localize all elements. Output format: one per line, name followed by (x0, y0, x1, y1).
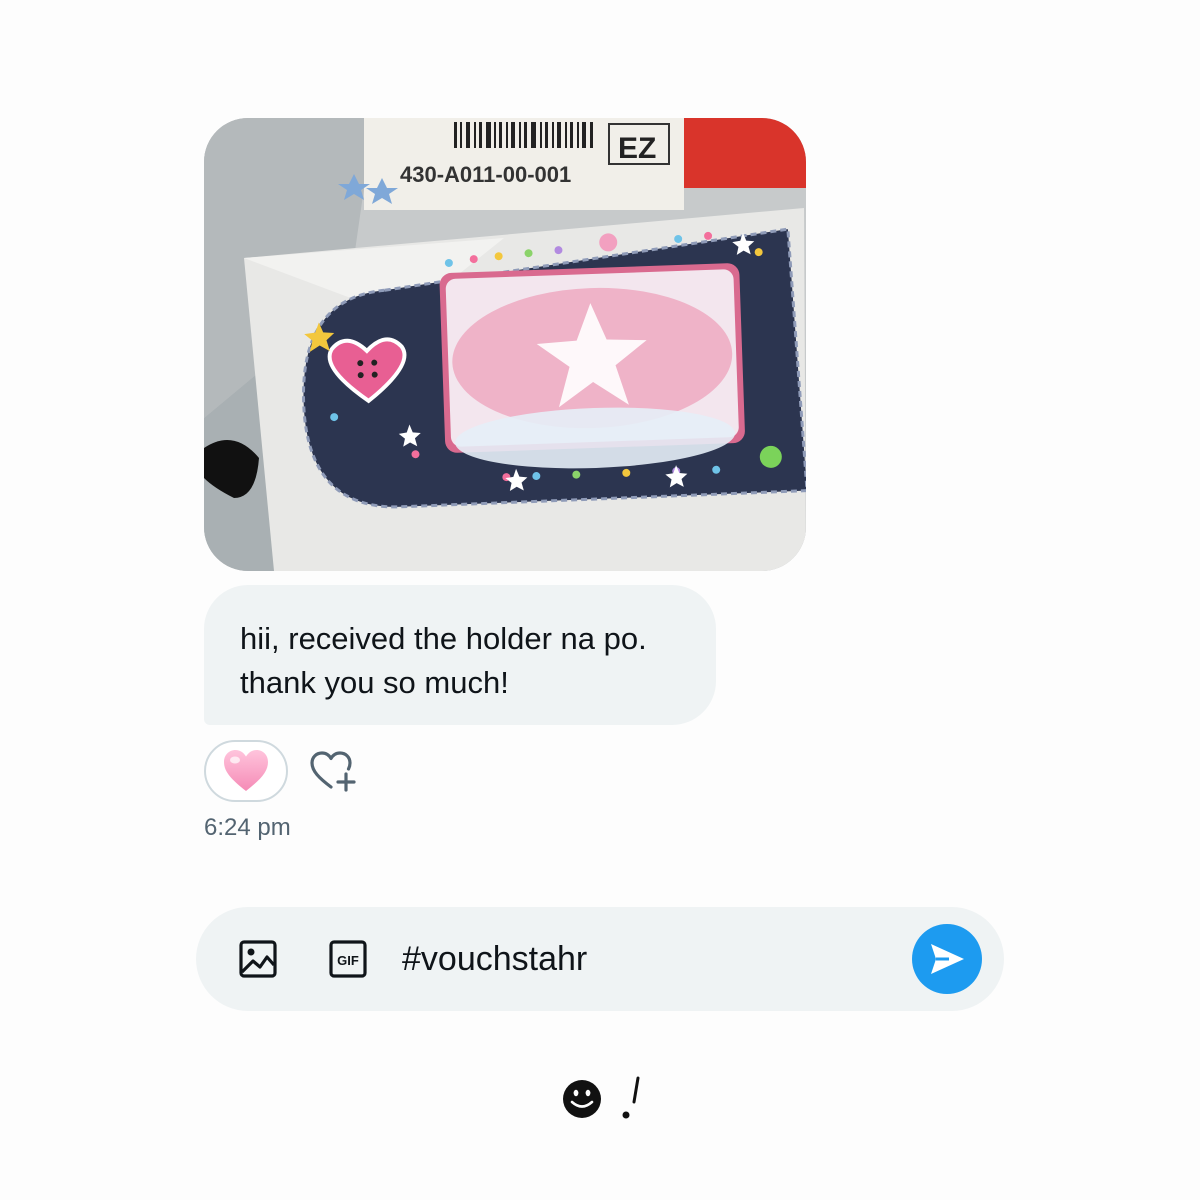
message-line-1: hii, received the holder na po. (240, 621, 647, 656)
heart-plus-icon (310, 751, 356, 792)
photo-image: EZ 430-A011-00-001 (204, 118, 806, 571)
gif-icon-label: GIF (337, 953, 359, 968)
pink-heart-icon (224, 750, 268, 791)
add-reaction-button[interactable] (308, 748, 358, 794)
add-media-button[interactable] (238, 939, 278, 979)
smiley-icon (563, 1076, 640, 1119)
send-button[interactable] (912, 924, 982, 994)
image-icon (239, 940, 277, 978)
signature-mark (560, 1074, 660, 1124)
label-code: EZ (618, 132, 656, 165)
label-number: 430-A011-00-001 (400, 162, 571, 187)
message-input[interactable] (402, 934, 882, 984)
message-composer: GIF (196, 907, 1004, 1011)
message-timestamp: 6:24 pm (204, 814, 291, 841)
message-line-2: thank you so much! (240, 665, 509, 700)
message-bubble[interactable]: hii, received the holder na po. thank yo… (204, 585, 716, 725)
photo-message[interactable]: EZ 430-A011-00-001 (204, 118, 806, 571)
add-gif-button[interactable]: GIF (328, 939, 368, 979)
send-icon (931, 944, 964, 974)
reaction-heart-pill[interactable] (204, 740, 288, 802)
dm-conversation: EZ 430-A011-00-001 hii, received the hol… (0, 0, 1200, 1200)
gif-icon: GIF (329, 940, 367, 978)
